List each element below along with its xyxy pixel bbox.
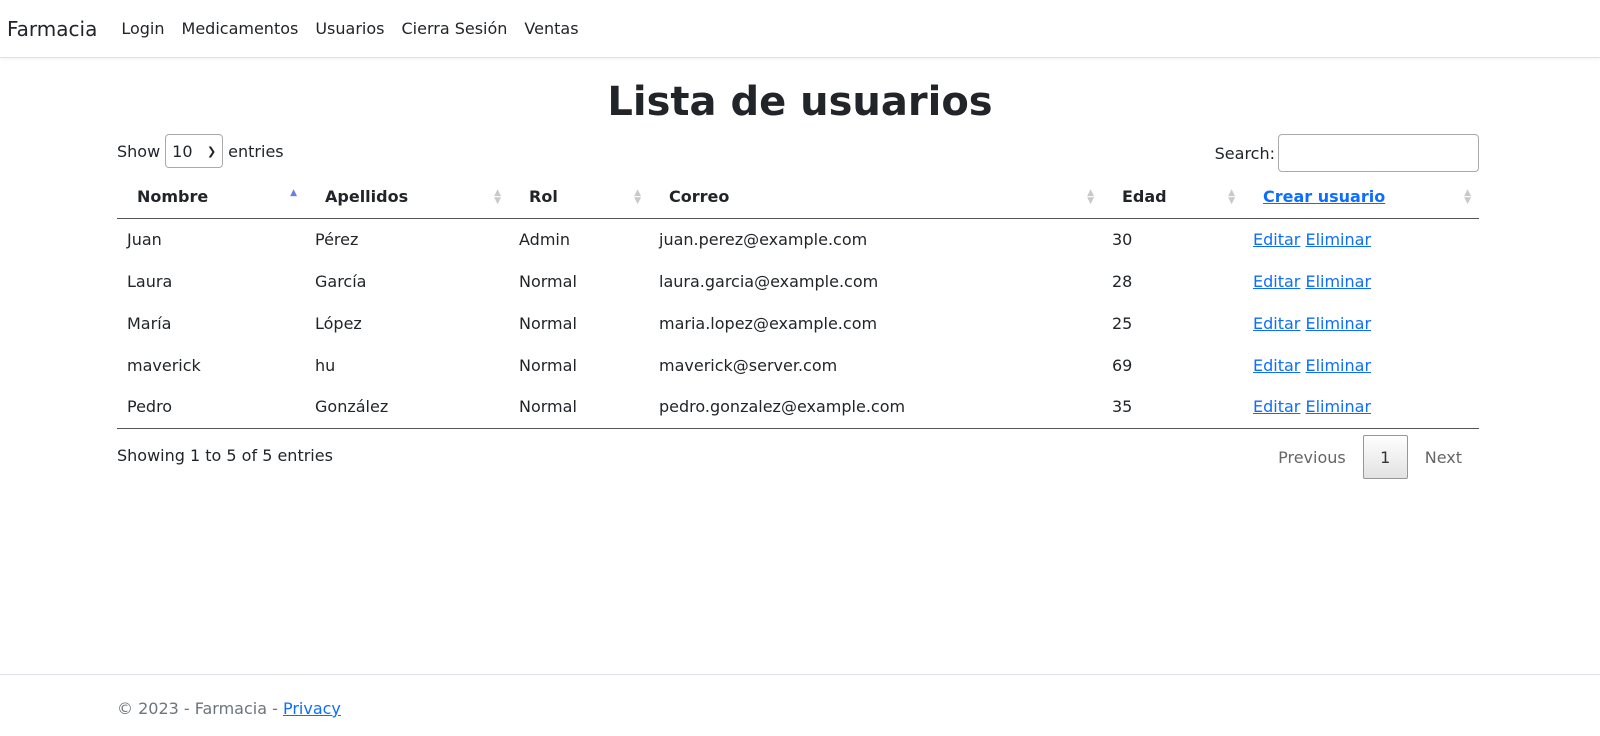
column-header-label: Rol	[529, 187, 558, 207]
create-user-link[interactable]: Crear usuario	[1263, 187, 1385, 206]
table-row: Laura García Normal laura.garcia@example…	[117, 260, 1479, 302]
cell-nombre: Juan	[127, 229, 162, 249]
nav-link-login[interactable]: Login	[121, 19, 164, 38]
nav-link-ventas[interactable]: Ventas	[524, 19, 578, 38]
top-navbar: Farmacia Login Medicamentos Usuarios Cie…	[0, 0, 1600, 58]
copyright-text: © 2023 - Farmacia -	[117, 699, 283, 718]
page-length-control: Show 10 ❯ entries	[117, 134, 284, 168]
entries-label: entries	[228, 141, 284, 161]
delete-link[interactable]: Eliminar	[1305, 356, 1371, 375]
cell-correo: laura.garcia@example.com	[659, 271, 879, 291]
pagination: Previous 1 Next	[1261, 435, 1479, 479]
delete-link[interactable]: Eliminar	[1305, 272, 1371, 291]
navbar-brand[interactable]: Farmacia	[7, 17, 97, 41]
column-header-label: Edad	[1122, 187, 1167, 207]
cell-rol: Normal	[519, 313, 577, 333]
cell-actions: Editar Eliminar	[1243, 260, 1479, 302]
sort-icon: ▲ ▼	[1228, 187, 1235, 206]
cell-correo: maverick@server.com	[659, 355, 838, 375]
column-header-label: Nombre	[137, 187, 209, 207]
nav-link-medicamentos[interactable]: Medicamentos	[182, 19, 299, 38]
cell-rol: Normal	[509, 386, 649, 429]
next-page-button[interactable]: Next	[1408, 448, 1479, 467]
cell-rol: Normal	[519, 271, 577, 291]
cell-correo: pedro.gonzalez@example.com	[649, 386, 1102, 429]
cell-nombre: Pedro	[117, 386, 305, 429]
cell-edad: 69	[1112, 355, 1133, 375]
table-info: Showing 1 to 5 of 5 entries	[117, 446, 333, 465]
sort-icon: ▲ ▼	[494, 187, 501, 206]
search-label: Search:	[1214, 143, 1275, 163]
delete-link[interactable]: Eliminar	[1305, 314, 1371, 333]
cell-apellidos: García	[315, 271, 367, 291]
cell-edad: 35	[1102, 386, 1243, 429]
chevron-down-icon: ❯	[206, 144, 217, 158]
footer-text: © 2023 - Farmacia - Privacy	[117, 699, 341, 718]
cell-actions: Editar Eliminar	[1243, 344, 1479, 386]
footer: © 2023 - Farmacia - Privacy	[0, 674, 1600, 736]
cell-correo: maria.lopez@example.com	[659, 313, 878, 333]
cell-apellidos: González	[305, 386, 509, 429]
cell-actions: Editar Eliminar	[1243, 386, 1479, 429]
cell-rol: Admin	[519, 229, 570, 249]
table-row: Pedro González Normal pedro.gonzalez@exa…	[117, 386, 1479, 429]
page-1-button[interactable]: 1	[1362, 435, 1408, 479]
cell-apellidos: Pérez	[315, 229, 359, 249]
column-header-apellidos[interactable]: Apellidos ▲ ▼	[305, 176, 509, 219]
sort-ascending-icon: ▲ ▼	[290, 187, 297, 206]
cell-rol: Normal	[519, 355, 577, 375]
previous-page-button[interactable]: Previous	[1261, 448, 1363, 467]
search-input[interactable]	[1278, 134, 1479, 172]
cell-correo: juan.perez@example.com	[659, 229, 868, 249]
delete-link[interactable]: Eliminar	[1305, 230, 1371, 249]
cell-edad: 30	[1112, 229, 1133, 249]
search-control: Search:	[1215, 134, 1479, 172]
cell-apellidos: hu	[315, 355, 336, 375]
column-header-nombre[interactable]: Nombre ▲ ▼	[117, 176, 305, 219]
edit-link[interactable]: Editar	[1253, 314, 1300, 333]
cell-edad: 25	[1112, 313, 1133, 333]
privacy-link[interactable]: Privacy	[283, 699, 341, 718]
edit-link[interactable]: Editar	[1253, 356, 1300, 375]
edit-link[interactable]: Editar	[1253, 272, 1300, 291]
sort-icon: ▲ ▼	[1464, 187, 1471, 206]
cell-apellidos: López	[315, 313, 362, 333]
cell-edad: 28	[1112, 271, 1133, 291]
page-length-value: 10	[172, 141, 193, 161]
page-length-select[interactable]: 10 ❯	[165, 134, 224, 168]
sort-icon: ▲ ▼	[1087, 187, 1094, 206]
delete-link[interactable]: Eliminar	[1305, 397, 1371, 416]
column-header-actions: Crear usuario ▲ ▼	[1243, 176, 1479, 219]
table-row: maverick hu Normal maverick@server.com 6…	[117, 344, 1479, 386]
table-row: María López Normal maria.lopez@example.c…	[117, 302, 1479, 344]
table-row: Juan Pérez Admin juan.perez@example.com …	[117, 218, 1479, 260]
column-header-label: Apellidos	[325, 187, 409, 207]
column-header-rol[interactable]: Rol ▲ ▼	[509, 176, 649, 219]
show-label: Show	[117, 141, 161, 161]
column-header-correo[interactable]: Correo ▲ ▼	[649, 176, 1102, 219]
column-header-edad[interactable]: Edad ▲ ▼	[1102, 176, 1243, 219]
table-header-row: Nombre ▲ ▼ Apellidos ▲ ▼ Rol ▲ ▼ Correo ▲ ▼ …	[117, 176, 1479, 219]
column-header-label: Correo	[669, 187, 730, 207]
edit-link[interactable]: Editar	[1253, 230, 1300, 249]
edit-link[interactable]: Editar	[1253, 397, 1300, 416]
nav-link-cierra-sesion[interactable]: Cierra Sesión	[401, 19, 507, 38]
nav-link-usuarios[interactable]: Usuarios	[315, 19, 384, 38]
users-table: Nombre ▲ ▼ Apellidos ▲ ▼ Rol ▲ ▼ Correo ▲ ▼ …	[117, 176, 1479, 429]
cell-actions: Editar Eliminar	[1243, 302, 1479, 344]
page-title: Lista de usuarios	[607, 79, 993, 125]
cell-nombre: María	[127, 313, 172, 333]
sort-icon: ▲ ▼	[634, 187, 641, 206]
cell-actions: Editar Eliminar	[1243, 218, 1479, 260]
cell-nombre: maverick	[127, 355, 201, 375]
cell-nombre: Laura	[127, 271, 173, 291]
